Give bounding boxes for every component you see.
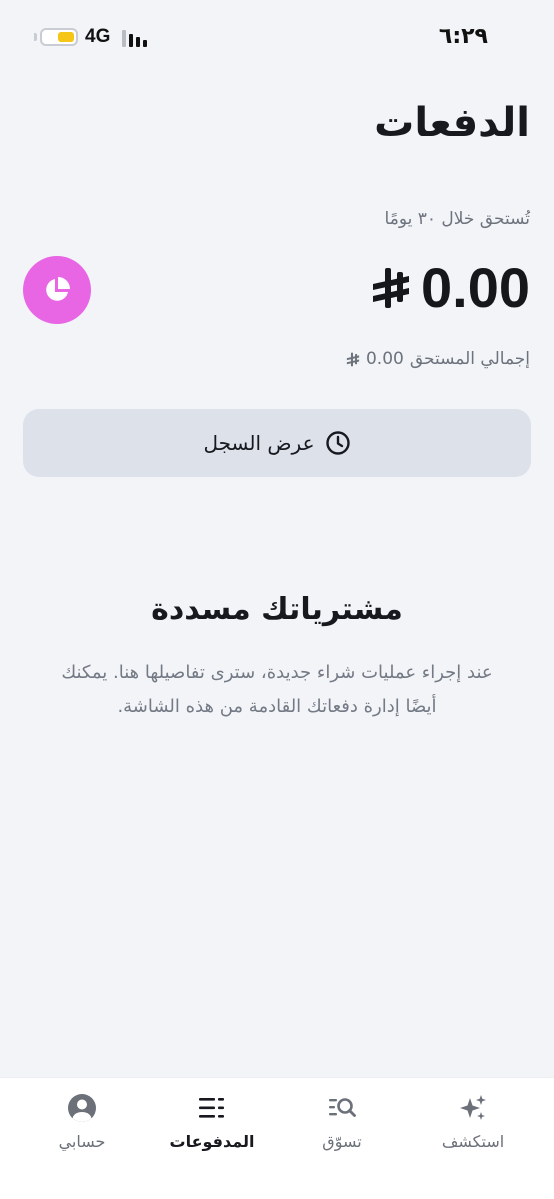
riyal-currency-icon xyxy=(346,352,360,366)
network-type: 4G xyxy=(85,26,111,47)
user-icon xyxy=(68,1094,96,1122)
nav-item-shop[interactable]: تسوّق xyxy=(287,1092,397,1162)
empty-state-description: عند إجراء عمليات شراء جديدة، سترى تفاصيل… xyxy=(30,656,524,724)
pie-chart-icon xyxy=(46,277,70,301)
amount-value: 0.00 xyxy=(421,256,530,319)
nav-item-explore[interactable]: استكشف xyxy=(418,1092,528,1162)
empty-state-line-1: عند إجراء عمليات شراء جديدة، سترى تفاصيل… xyxy=(61,662,493,683)
chart-badge[interactable] xyxy=(23,256,91,324)
riyal-currency-icon xyxy=(373,267,409,308)
due-label: تُستحق خلال ٣٠ يومًا xyxy=(384,209,530,229)
battery-nub xyxy=(34,33,37,41)
clock-icon xyxy=(325,431,350,455)
total-due-label: إجمالي المستحق xyxy=(409,349,530,369)
battery-icon xyxy=(40,28,78,46)
total-due: إجمالي المستحق 0.00 xyxy=(346,349,530,369)
nav-label-explore: استكشف xyxy=(441,1132,505,1151)
nav-label-payments: المدفوعات xyxy=(169,1132,255,1151)
view-history-label: عرض السجل xyxy=(203,431,315,455)
empty-state-line-2: أيضًا إدارة دفعاتك القادمة من هذه الشاشة… xyxy=(117,696,437,717)
due-amount: 0.00 xyxy=(371,255,530,320)
signal-icon xyxy=(122,29,152,47)
search-list-icon xyxy=(329,1098,356,1117)
status-bar: 4G ٦:٢٩ xyxy=(0,22,554,54)
list-icon xyxy=(199,1098,224,1118)
empty-state-title: مشترياتك مسددة xyxy=(151,592,403,627)
total-due-amount: 0.00 xyxy=(365,349,404,369)
bottom-nav: استكشف تسوّق المدفوعات حسابي xyxy=(0,1077,554,1199)
payments-screen: 4G ٦:٢٩ الدفعات تُستحق خلال ٣٠ يومًا 0.0… xyxy=(0,0,554,1199)
page-title: الدفعات xyxy=(374,100,530,146)
nav-label-account: حسابي xyxy=(58,1132,106,1151)
status-time: ٦:٢٩ xyxy=(438,24,488,49)
sparkles-icon xyxy=(460,1095,486,1120)
nav-item-account[interactable]: حسابي xyxy=(27,1092,137,1162)
nav-label-shop: تسوّق xyxy=(322,1132,362,1151)
nav-item-payments[interactable]: المدفوعات xyxy=(157,1092,267,1162)
view-history-button[interactable]: عرض السجل xyxy=(23,409,531,477)
